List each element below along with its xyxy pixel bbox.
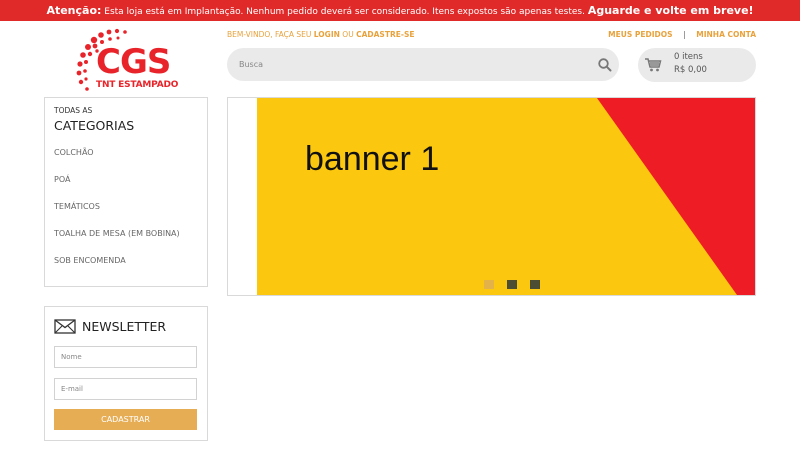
newsletter-title: NEWSLETTER (82, 319, 167, 334)
envelope-icon (54, 319, 76, 334)
announcement-bar: Atenção: Esta loja está em Implantação. … (0, 0, 800, 21)
banner-text: banner 1 (305, 140, 440, 178)
category-item-sob-encomenda[interactable]: SOB ENCOMENDA (54, 256, 180, 283)
my-account-link[interactable]: MINHA CONTA (696, 30, 756, 39)
newsletter-panel: NEWSLETTER CADASTRAR (44, 306, 208, 441)
search-bar (227, 48, 619, 81)
slider-pagination (484, 274, 548, 289)
welcome-text: BEM-VINDO, FAÇA SEU (227, 30, 312, 39)
logo-brand: CGS (96, 42, 171, 82)
slider-dot-2[interactable] (507, 280, 518, 289)
login-link[interactable]: LOGIN (314, 30, 340, 39)
announcement-message: Esta loja está em Implantação. Nenhum pe… (104, 7, 585, 17)
cart-total: R$ 0,00 (674, 65, 707, 75)
category-item-poa[interactable]: POÁ (54, 175, 180, 202)
welcome-message: BEM-VINDO, FAÇA SEU LOGIN OU CADASTRE-SE (227, 30, 415, 39)
categories-panel: TODAS AS CATEGORIAS COLCHÃO POÁ TEMÁTICO… (44, 97, 208, 287)
category-item-colchao[interactable]: COLCHÃO (54, 148, 180, 175)
register-link[interactable]: CADASTRE-SE (356, 30, 414, 39)
banner-slider: banner 1 (227, 97, 756, 296)
banner-slide[interactable]: banner 1 (257, 98, 755, 295)
categories-heading: CATEGORIAS (54, 118, 135, 133)
cart-icon (644, 57, 662, 73)
search-icon[interactable] (597, 57, 613, 73)
announcement-prefix: Atenção: (46, 4, 102, 17)
my-orders-link[interactable]: MEUS PEDIDOS (608, 30, 672, 39)
welcome-or-text: OU (342, 30, 354, 39)
account-links: MEUS PEDIDOS | MINHA CONTA (608, 30, 756, 39)
slider-dot-3[interactable] (530, 280, 541, 289)
slider-dot-1[interactable] (484, 280, 494, 289)
category-item-tematicos[interactable]: TEMÁTICOS (54, 202, 180, 229)
banner-background (257, 98, 755, 295)
newsletter-name-field[interactable] (54, 346, 197, 368)
cart-widget[interactable]: 0 itens R$ 0,00 (638, 48, 756, 82)
account-links-separator: | (683, 30, 686, 39)
categories-heading-small: TODAS AS (54, 106, 93, 115)
announcement-cta: Aguarde e volte em breve! (587, 4, 754, 17)
cart-item-count: 0 itens (674, 52, 703, 62)
category-item-toalha-de-mesa[interactable]: TOALHA DE MESA (EM BOBINA) (54, 229, 180, 256)
logo-tagline: TNT ESTAMPADO (96, 80, 179, 90)
newsletter-email-field[interactable] (54, 378, 197, 400)
store-logo[interactable]: CGS TNT ESTAMPADO (72, 26, 182, 94)
newsletter-submit-button[interactable]: CADASTRAR (54, 409, 197, 430)
category-list: COLCHÃO POÁ TEMÁTICOS TOALHA DE MESA (EM… (54, 148, 180, 283)
search-input[interactable] (239, 56, 579, 72)
